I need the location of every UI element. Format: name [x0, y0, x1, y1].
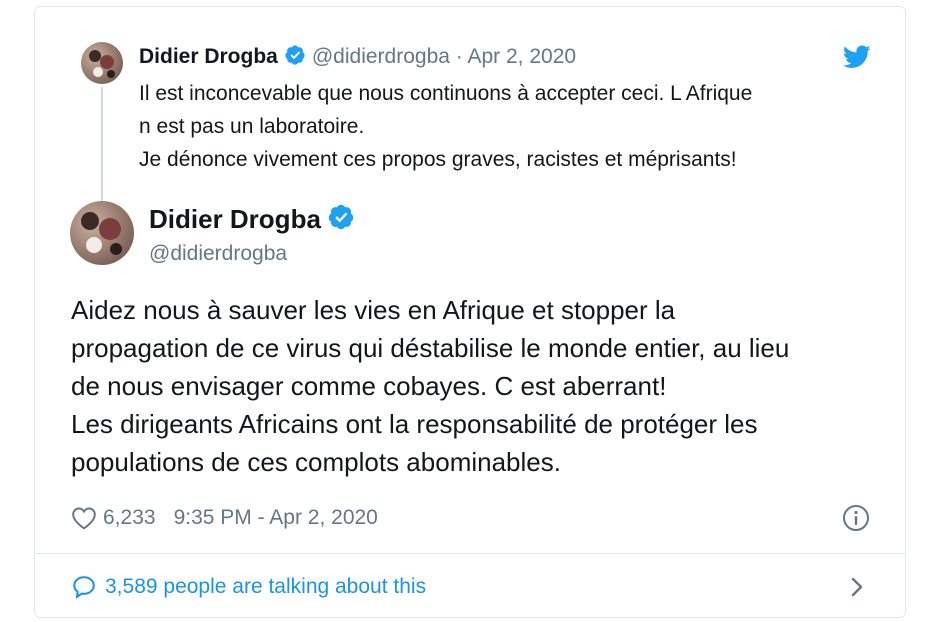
author-name[interactable]: Didier Drogba: [139, 45, 278, 68]
divider: [35, 553, 905, 554]
text-line: Il est inconcevable que nous continuons …: [139, 82, 753, 105]
chevron-right-icon[interactable]: [847, 575, 867, 599]
heart-icon: [72, 507, 96, 530]
verified-badge-icon: [328, 204, 354, 230]
text-line: propagation de ce virus qui déstabilise …: [71, 333, 790, 363]
tweet-timestamp[interactable]: 9:35 PM - Apr 2, 2020: [174, 506, 378, 530]
twitter-bird-icon[interactable]: [843, 45, 871, 69]
text-line: Les dirigeants Africains ont la responsa…: [71, 409, 758, 439]
tweet-date[interactable]: Apr 2, 2020: [467, 45, 576, 68]
tweet-text: Aidez nous à sauver les vies en Afrique …: [71, 291, 871, 481]
info-icon[interactable]: [841, 503, 871, 533]
author-name[interactable]: Didier Drogba: [149, 204, 321, 234]
quoted-tweet-text: Il est inconcevable que nous continuons …: [139, 77, 869, 176]
like-count: 6,233: [103, 506, 156, 529]
text-line: n est pas un laboratoire.: [139, 115, 365, 138]
avatar[interactable]: [81, 42, 123, 84]
tweet-embed-card: Didier Drogba @didierdrogba · Apr 2, 2020…: [34, 6, 906, 618]
avatar[interactable]: [70, 201, 134, 265]
speech-bubble-icon: [73, 576, 95, 599]
text-line: de nous envisager comme cobayes. C est a…: [71, 371, 667, 401]
separator-dot: ·: [455, 45, 463, 68]
author-handle[interactable]: @didierdrogba: [149, 240, 287, 268]
conversation-link[interactable]: 3,589 people are talking about this: [71, 569, 426, 605]
tweet-meta: 6,233 9:35 PM - Apr 2, 2020: [71, 501, 378, 535]
text-line: Je dénonce vivement ces propos graves, r…: [139, 148, 737, 171]
like-button[interactable]: 6,233: [71, 506, 156, 530]
text-line: Aidez nous à sauver les vies en Afrique …: [71, 295, 676, 325]
verified-badge-icon: [285, 45, 305, 65]
quoted-tweet-header: Didier Drogba @didierdrogba · Apr 2, 2020: [139, 43, 576, 71]
conversation-count-text: 3,589 people are talking about this: [105, 575, 427, 598]
author-name-row: Didier Drogba: [149, 203, 361, 235]
author-handle[interactable]: @didierdrogba: [312, 45, 450, 68]
thread-connector-line: [101, 87, 103, 203]
text-line: populations de ces complots abominables.: [71, 447, 561, 477]
